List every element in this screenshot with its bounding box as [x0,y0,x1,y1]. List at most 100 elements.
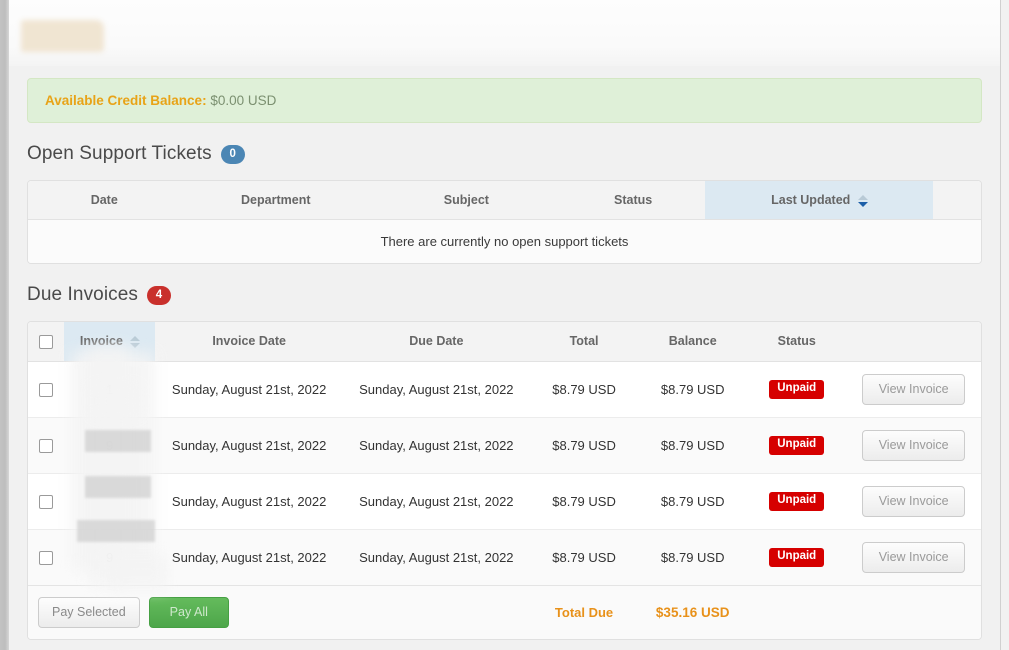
sort-ascending-icon [858,195,868,200]
cell-action: View Invoice [846,361,981,417]
status-badge: Unpaid [769,492,824,511]
footer-actions-cell: Pay Selected Pay All [28,585,530,639]
total-due-value: $35.16 USD [638,585,747,639]
page-left-edge [0,0,9,650]
cell-total: $8.79 USD [530,417,638,473]
th-select-all-cell [28,322,64,361]
cell-total: $8.79 USD [530,473,638,529]
pay-selected-button[interactable]: Pay Selected [38,597,140,628]
cell-due-date: Sunday, August 21st, 2022 [343,529,530,585]
cell-total: $8.79 USD [530,529,638,585]
footer-spacer-status [747,585,846,639]
th-ticket-subject[interactable]: Subject [371,181,562,220]
page-viewport: Available Credit Balance: $0.00 USD Open… [9,0,1000,650]
total-due-label: Total Due [530,585,638,639]
status-badge: Unpaid [769,548,824,567]
open-support-tickets-title: Open Support Tickets [27,143,212,165]
th-ticket-date[interactable]: Date [28,181,180,220]
th-ticket-spacer [933,181,981,220]
th-ticket-last-updated[interactable]: Last Updated [705,181,934,220]
row-select-cell [28,417,64,473]
invoice-row-checkbox[interactable] [39,551,53,565]
due-invoices-title: Due Invoices [27,284,138,306]
invoice-row-checkbox[interactable] [39,439,53,453]
cell-invoice-date: Sunday, August 21st, 2022 [155,473,342,529]
support-tickets-header-row: Date Department Subject Status Last Upda… [28,181,981,220]
th-ticket-department[interactable]: Department [180,181,371,220]
support-tickets-empty-message: There are currently no open support tick… [28,220,981,264]
support-tickets-table: Date Department Subject Status Last Upda… [28,181,981,263]
cell-invoice-number: 1 [64,361,156,417]
row-select-cell [28,473,64,529]
sort-arrows-icon[interactable] [858,195,867,207]
cell-balance: $8.79 USD [638,473,747,529]
view-invoice-button[interactable]: View Invoice [862,486,965,517]
cell-status: Unpaid [747,417,846,473]
th-balance[interactable]: Balance [638,322,747,361]
table-row[interactable]: Sunday, August 21st, 2022 Sunday, August… [28,473,981,529]
cell-invoice-date: Sunday, August 21st, 2022 [155,529,342,585]
cell-invoice-date: Sunday, August 21st, 2022 [155,361,342,417]
cell-invoice-number [64,473,156,529]
row-select-cell [28,361,64,417]
due-invoices-panel: Invoice Invoice Date Due Date Total Bala… [27,321,982,640]
invoice-row-checkbox[interactable] [39,495,53,509]
invoice-sort-ascending-icon [130,336,140,341]
credit-balance-alert: Available Credit Balance: $0.00 USD [27,78,982,123]
invoice-sort-arrows-icon[interactable] [130,336,139,348]
cell-invoice-date: Sunday, August 21st, 2022 [155,417,342,473]
status-badge: Unpaid [769,436,824,455]
th-total[interactable]: Total [530,322,638,361]
table-row[interactable]: 1 Sunday, August 21st, 2022 Sunday, Augu… [28,361,981,417]
th-actions [846,322,981,361]
invoice-row-checkbox[interactable] [39,383,53,397]
cell-action: View Invoice [846,417,981,473]
view-invoice-button[interactable]: View Invoice [862,430,965,461]
due-invoices-footer-row: Pay Selected Pay All Total Due $35.16 US… [28,585,981,639]
brand-logo-redacted [21,20,104,52]
cell-action: View Invoice [846,529,981,585]
due-invoices-heading: Due Invoices 4 [27,284,1000,306]
th-ticket-last-updated-label: Last Updated [771,193,850,207]
page-header [9,0,1000,66]
table-row[interactable]: 9 Sunday, August 21st, 2022 Sunday, Augu… [28,529,981,585]
select-all-invoices-checkbox[interactable] [39,335,53,349]
sort-descending-icon [858,202,868,207]
status-badge: Unpaid [769,380,824,399]
cell-action: View Invoice [846,473,981,529]
cell-due-date: Sunday, August 21st, 2022 [343,473,530,529]
support-tickets-empty-row: There are currently no open support tick… [28,220,981,264]
view-invoice-button[interactable]: View Invoice [862,374,965,405]
cell-status: Unpaid [747,473,846,529]
due-invoices-header-row: Invoice Invoice Date Due Date Total Bala… [28,322,981,361]
th-status[interactable]: Status [747,322,846,361]
pay-all-button[interactable]: Pay All [149,597,229,628]
cell-invoice-number: 9 [64,529,156,585]
th-ticket-status[interactable]: Status [562,181,705,220]
open-support-tickets-heading: Open Support Tickets 0 [27,143,1000,165]
due-invoices-body: 1 Sunday, August 21st, 2022 Sunday, Augu… [28,361,981,639]
open-support-tickets-count-badge: 0 [221,145,245,164]
credit-balance-value: $0.00 USD [210,93,276,108]
main-content: Available Credit Balance: $0.00 USD Open… [9,66,1000,640]
cell-invoice-number: 9 [64,417,156,473]
support-tickets-panel: Date Department Subject Status Last Upda… [27,180,982,264]
cell-status: Unpaid [747,361,846,417]
footer-spacer-action [846,585,981,639]
cell-due-date: Sunday, August 21st, 2022 [343,417,530,473]
cell-total: $8.79 USD [530,361,638,417]
page-right-edge [1000,0,1009,650]
th-invoice-number-label: Invoice [80,334,123,348]
invoice-sort-descending-icon [130,343,140,348]
row-select-cell [28,529,64,585]
table-row[interactable]: 9 Sunday, August 21st, 2022 Sunday, Augu… [28,417,981,473]
th-invoice-number[interactable]: Invoice [64,322,156,361]
due-invoices-table: Invoice Invoice Date Due Date Total Bala… [28,322,981,639]
cell-balance: $8.79 USD [638,417,747,473]
th-invoice-date[interactable]: Invoice Date [155,322,342,361]
cell-balance: $8.79 USD [638,361,747,417]
view-invoice-button[interactable]: View Invoice [862,542,965,573]
th-due-date[interactable]: Due Date [343,322,530,361]
due-invoices-count-badge: 4 [147,286,171,305]
cell-status: Unpaid [747,529,846,585]
